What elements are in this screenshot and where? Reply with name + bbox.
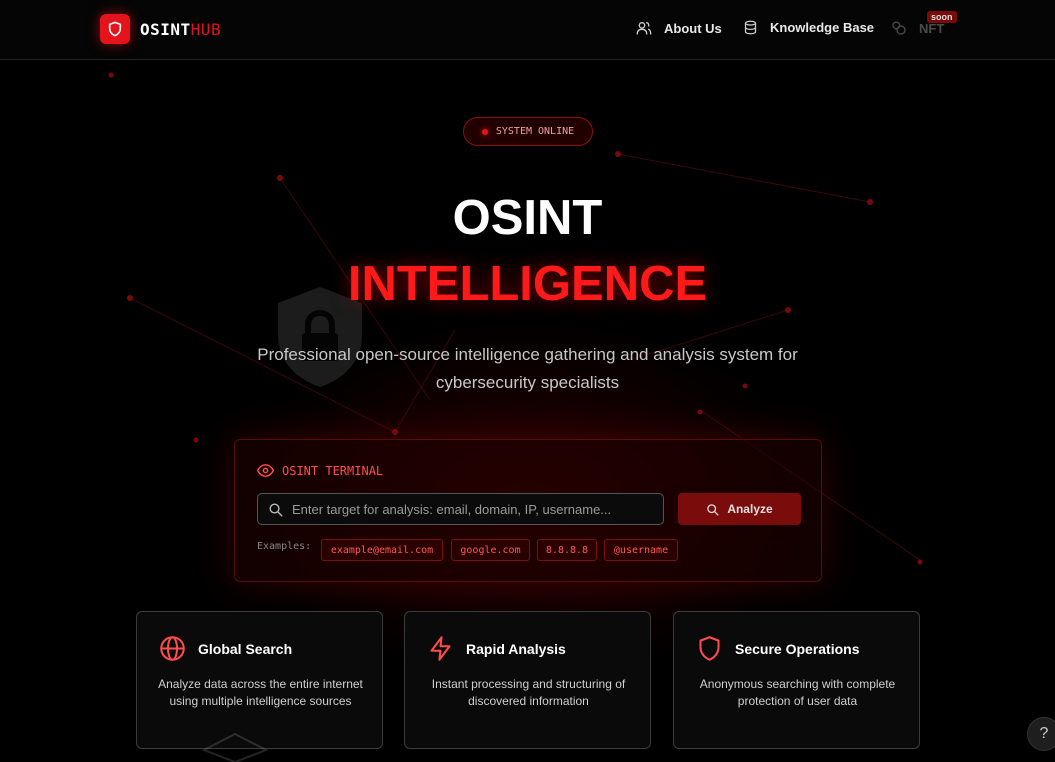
card-title: Rapid Analysis bbox=[466, 640, 566, 657]
analyze-button-label: Analyze bbox=[727, 502, 773, 516]
globe-icon bbox=[160, 636, 185, 661]
top-header: OSINTHUB About Us Knowledge Base NFT soo… bbox=[0, 0, 1055, 60]
cube-icon bbox=[202, 732, 268, 762]
help-button[interactable]: ? bbox=[1027, 717, 1055, 751]
hero-title-line2: INTELLIGENCE bbox=[347, 257, 708, 311]
card-header: Rapid Analysis bbox=[427, 635, 566, 662]
logo-text-osint: OSINT bbox=[140, 19, 191, 39]
logo-text-hub: HUB bbox=[190, 19, 222, 39]
nav-knowledge-label: Knowledge Base bbox=[770, 20, 875, 35]
shield-icon bbox=[699, 636, 720, 661]
feature-card-rapid-analysis: Rapid Analysis Instant processing and st… bbox=[404, 611, 651, 749]
users-icon bbox=[636, 22, 652, 35]
nav-knowledge-base[interactable]: Knowledge Base bbox=[743, 20, 874, 35]
nav-about-us[interactable]: About Us bbox=[636, 20, 722, 36]
example-chip-ip[interactable]: 8.8.8.8 bbox=[537, 539, 597, 561]
database-icon bbox=[744, 20, 757, 35]
eye-icon bbox=[257, 464, 274, 477]
analyze-button[interactable]: Analyze bbox=[678, 493, 801, 525]
card-title: Secure Operations bbox=[735, 640, 860, 657]
status-dot-icon bbox=[481, 128, 488, 135]
system-status-text: SYSTEM ONLINE bbox=[495, 126, 575, 137]
example-chip-username[interactable]: @username bbox=[604, 539, 678, 561]
search-icon bbox=[707, 503, 719, 516]
search-field[interactable] bbox=[257, 493, 664, 525]
feature-card-global-search: Global Search Analyze data across the en… bbox=[136, 611, 383, 749]
logo[interactable]: OSINTHUB bbox=[100, 14, 221, 44]
osint-terminal-panel: OSINT TERMINAL Analyze Examples: example… bbox=[234, 439, 822, 582]
terminal-header: OSINT TERMINAL bbox=[257, 462, 383, 479]
coins-icon bbox=[892, 21, 906, 35]
example-chip-domain[interactable]: google.com bbox=[451, 539, 530, 561]
nft-soon-badge: soon bbox=[927, 11, 957, 23]
card-description: Anonymous searching with complete protec… bbox=[699, 677, 896, 708]
card-header: Secure Operations bbox=[696, 635, 860, 662]
terminal-title: OSINT TERMINAL bbox=[282, 463, 384, 478]
hero-title-line1: OSINT bbox=[452, 191, 603, 245]
nav-about-label: About Us bbox=[664, 20, 722, 36]
system-status-badge: SYSTEM ONLINE bbox=[463, 117, 593, 146]
card-description: Instant processing and structuring of di… bbox=[431, 677, 626, 708]
example-chip-email[interactable]: example@email.com bbox=[321, 539, 443, 561]
card-title: Global Search bbox=[198, 640, 293, 657]
card-description: Analyze data across the entire internet … bbox=[158, 677, 363, 708]
card-header: Global Search bbox=[159, 635, 292, 662]
feature-card-secure-operations: Secure Operations Anonymous searching wi… bbox=[673, 611, 920, 749]
logo-shield-icon bbox=[100, 14, 130, 44]
examples-label: Examples: bbox=[257, 541, 312, 552]
hero-subtitle: Professional open-source intelligence ga… bbox=[257, 345, 798, 392]
logo-text: OSINTHUB bbox=[140, 20, 221, 39]
search-icon bbox=[269, 503, 283, 516]
lightning-icon bbox=[430, 636, 451, 661]
search-input[interactable] bbox=[292, 501, 663, 517]
